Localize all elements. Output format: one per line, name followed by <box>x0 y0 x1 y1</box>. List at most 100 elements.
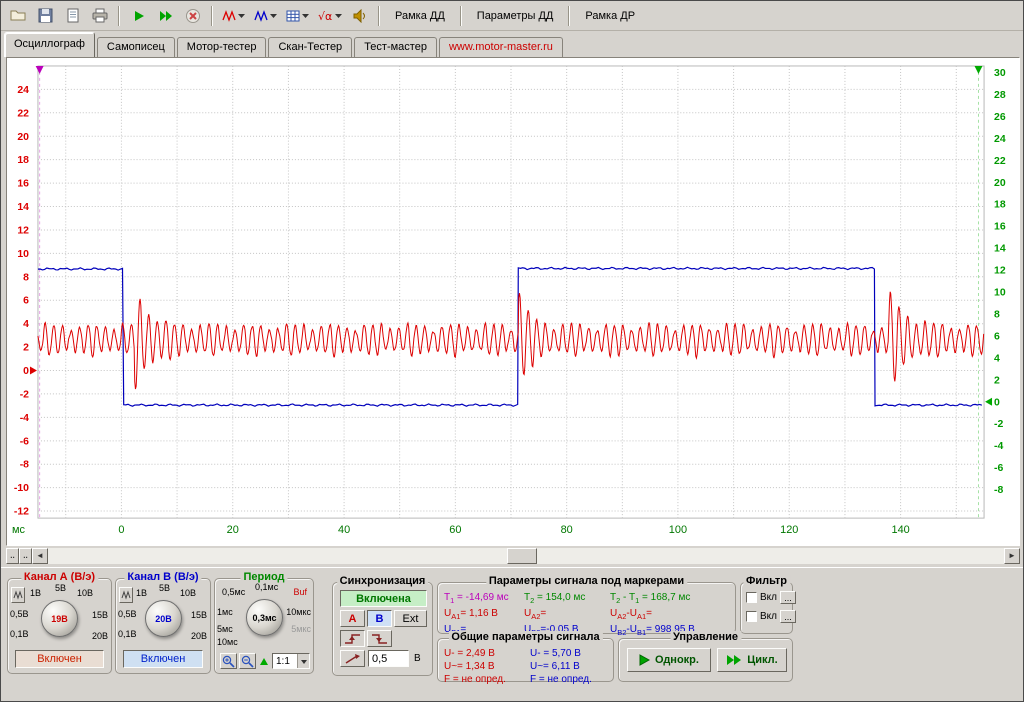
period-panel: Период 0,5мс 0,1мс Buf 1мс 10мкс 5мс 10м… <box>214 578 314 674</box>
sync-source-ext-button[interactable]: Ext <box>394 610 427 627</box>
frame-dd-button[interactable]: Рамка ДД <box>385 5 455 27</box>
dropdown-button[interactable] <box>297 654 309 668</box>
start-button[interactable] <box>125 4 152 28</box>
channel-b-coupling-button[interactable] <box>119 587 133 603</box>
sync-slope-button[interactable] <box>340 650 365 667</box>
scroll-extra-button-2[interactable]: .. <box>19 548 32 564</box>
tab-recorder[interactable]: Самописец <box>97 37 175 57</box>
scope-plot[interactable]: 242220181614121086420-2-4-6-8-10-1230282… <box>7 58 1019 545</box>
period-scale-bl2: 10мс <box>217 637 238 647</box>
scrollbar-thumb[interactable] <box>507 548 537 564</box>
svg-text:20: 20 <box>227 524 239 536</box>
single-run-button[interactable]: Однокр. <box>627 648 711 672</box>
toolbar: √α Рамка ДД Параметры ДД Рамка ДР <box>1 1 1023 31</box>
play-icon <box>132 9 146 23</box>
channel-a-signal-menu-button[interactable] <box>218 4 250 28</box>
channel-b-range-knob[interactable]: 20В <box>145 600 182 637</box>
grid-menu-button[interactable] <box>282 4 314 28</box>
svg-text:80: 80 <box>561 524 573 536</box>
channel-b-scale-tl: 1В <box>136 588 147 598</box>
stop-button[interactable] <box>179 4 206 28</box>
open-button[interactable] <box>5 4 32 28</box>
channel-b-scale-tr: 10В <box>180 588 196 598</box>
tab-website[interactable]: www.motor-master.ru <box>439 37 563 57</box>
svg-text:18: 18 <box>994 200 1006 211</box>
double-play-icon <box>726 654 742 666</box>
period-scale-buf: Buf <box>293 587 307 597</box>
channel-a-power-button[interactable]: Включен <box>15 650 104 668</box>
sync-source-a-button[interactable]: А <box>340 610 365 627</box>
cycle-run-button[interactable]: Цикл. <box>717 648 787 672</box>
common-param-4: F = не опред. <box>444 673 530 686</box>
zoom-in-button[interactable] <box>220 653 237 669</box>
tab-oscilloscope[interactable]: Осциллограф <box>4 32 95 57</box>
sync-panel: Синхронизация Включена А В Ext В <box>332 582 433 676</box>
scroll-extra-button-1[interactable]: .. <box>6 548 19 564</box>
sync-level-unit: В <box>414 653 421 664</box>
sync-rising-edge-button[interactable] <box>340 630 365 647</box>
channel-b-scale-r: 15В <box>191 610 207 620</box>
zoom-in-icon <box>222 655 235 668</box>
tab-test-master[interactable]: Тест-мастер <box>354 37 437 57</box>
red-wave-icon <box>222 9 246 23</box>
channel-a-scale-bl: 0,1В <box>10 629 29 639</box>
sync-falling-edge-button[interactable] <box>367 630 392 647</box>
common-param-2: U~= 1,34 В <box>444 660 530 673</box>
print-button[interactable] <box>86 4 113 28</box>
period-knob[interactable]: 0,3мс <box>246 599 283 636</box>
zoom-out-button[interactable] <box>239 653 256 669</box>
falling-edge-icon <box>371 633 389 645</box>
scroll-right-button[interactable]: ► <box>1004 548 1020 564</box>
channel-a-range-knob[interactable]: 19В <box>41 600 78 637</box>
sync-level-input[interactable] <box>368 650 409 667</box>
scrollbar-track[interactable] <box>48 548 1004 564</box>
channel-b-panel: Канал В (В/э) 1В 5В 10В 0,5В 15В 0,1В 20… <box>115 578 211 674</box>
svg-text:4: 4 <box>23 319 29 330</box>
math-function-icon: √α <box>317 9 343 23</box>
svg-text:30: 30 <box>994 68 1006 79</box>
svg-text:20: 20 <box>994 178 1006 189</box>
filter-row-a: Вкл ... <box>746 591 796 604</box>
horizontal-scrollbar[interactable]: .. .. ◄ ► <box>6 548 1020 564</box>
toolbar-separator <box>211 6 213 26</box>
sync-enabled-button[interactable]: Включена <box>340 590 427 607</box>
save-button[interactable] <box>32 4 59 28</box>
channel-b-range-value: 20В <box>155 614 172 624</box>
svg-text:20: 20 <box>17 132 29 143</box>
svg-text:140: 140 <box>891 524 909 536</box>
params-dd-button[interactable]: Параметры ДД <box>467 5 564 27</box>
marker-param-4: UA2= <box>524 607 610 623</box>
common-params-panel: Общие параметры сигнала U- = 2,49 ВU- = … <box>437 638 614 682</box>
zoom-ratio-select[interactable]: 1:1 <box>272 653 310 669</box>
tab-scan-tester[interactable]: Скан-Тестер <box>268 37 352 57</box>
filter-b-checkbox[interactable] <box>746 611 757 622</box>
svg-text:мс: мс <box>12 524 26 536</box>
period-value: 0,3мс <box>252 613 276 623</box>
start-continuous-button[interactable] <box>152 4 179 28</box>
channel-a-coupling-button[interactable] <box>11 587 25 603</box>
save-icon <box>38 8 53 23</box>
channel-b-title: Канал В (В/э) <box>124 571 201 583</box>
channel-a-title: Канал А (В/э) <box>21 571 98 583</box>
svg-text:24: 24 <box>17 85 29 96</box>
single-run-label: Однокр. <box>655 654 699 666</box>
period-zoom-row: 1:1 <box>220 653 310 669</box>
channel-a-scale-tr: 10В <box>77 588 93 598</box>
run-control-title: Управление <box>670 631 741 643</box>
scroll-left-button[interactable]: ◄ <box>32 548 48 564</box>
svg-text:-4: -4 <box>994 441 1003 452</box>
channel-b-signal-menu-button[interactable] <box>250 4 282 28</box>
frame-dr-button[interactable]: Рамка ДР <box>575 5 645 27</box>
preview-button[interactable] <box>59 4 86 28</box>
tab-motor-tester[interactable]: Мотор-тестер <box>177 37 267 57</box>
filter-b-label: Вкл <box>760 611 777 622</box>
filter-b-more-button[interactable]: ... <box>780 610 796 623</box>
filter-a-checkbox[interactable] <box>746 592 757 603</box>
channel-b-power-button[interactable]: Включен <box>123 650 203 668</box>
sound-button[interactable] <box>346 4 373 28</box>
svg-text:4: 4 <box>994 353 1000 364</box>
filter-a-more-button[interactable]: ... <box>780 591 796 604</box>
math-menu-button[interactable]: √α <box>314 4 346 28</box>
sync-source-b-button[interactable]: В <box>367 610 392 627</box>
marker-param-0: T1 = -14,69 мс <box>444 591 524 607</box>
